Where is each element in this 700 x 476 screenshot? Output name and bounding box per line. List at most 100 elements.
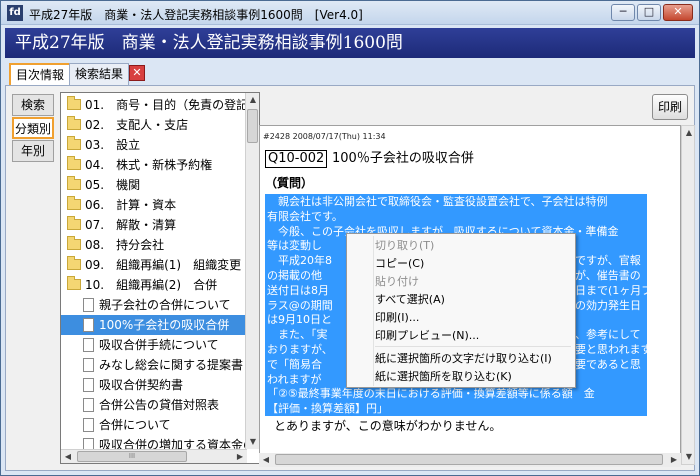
tree-item-label: 100%子会社の吸収合併: [99, 318, 230, 332]
tree-leaf-item[interactable]: 合併について: [61, 415, 247, 435]
title-bar[interactable]: fd 平成27年版 商業・法人登記実務相談事例1600問 [Ver4.0] ─ …: [1, 1, 699, 25]
tree-item-label: みなし総会に関する提案書: [99, 358, 244, 372]
tree-item-label: 04. 株式・新株予約権: [85, 158, 213, 172]
tree-leaf-item[interactable]: 合併公告の貸借対照表: [61, 395, 247, 415]
doc-scroll-right-arrow-icon[interactable]: ▶: [667, 453, 681, 467]
tree-folder-item[interactable]: 06. 計算・資本: [61, 195, 247, 215]
tree-item-label: 03. 設立: [85, 138, 141, 152]
context-menu: 切り取り(T) コピー(C) 貼り付けすべて選択(A) 印刷(I)... 印刷プレビュー…: [346, 233, 576, 388]
tree-horizontal-scrollbar[interactable]: ◀ III ▶: [61, 449, 247, 463]
tree-item-label: 05. 機関: [85, 178, 141, 192]
selected-text-left: 「②⑤最終事業年度の末日における評価・換算差額等に係る額 金: [267, 387, 595, 401]
selected-text-right: 要と思われます: [575, 343, 647, 356]
selected-text-left: 親会社は非公開会社で取締役会・監査役設置会社で、子会社は特例: [267, 195, 608, 208]
app-icon: fd: [7, 5, 23, 21]
context-menu-item: 貼り付け: [375, 275, 419, 288]
tree-folder-item[interactable]: 07. 解散・清算: [61, 215, 247, 235]
tree-folder-item[interactable]: 10. 組織再編(2) 合併: [61, 275, 247, 295]
tab-search-results[interactable]: 検索結果: [69, 63, 130, 85]
document-icon: [83, 358, 94, 372]
selected-text-right: 要であると思: [575, 357, 641, 371]
scroll-right-arrow-icon[interactable]: ▶: [233, 450, 247, 463]
tree-item-label: 01. 商号・目的（免責の登記を: [85, 98, 247, 112]
document-horizontal-scrollbar[interactable]: ◀ ▶: [259, 453, 681, 467]
tab-contents[interactable]: 目次情報: [9, 63, 72, 85]
context-menu-item[interactable]: 紙に選択箇所の文字だけ取り込む(I): [375, 350, 570, 368]
context-menu-item[interactable]: 印刷(I)...: [375, 309, 570, 327]
tree-item-label: 合併公告の貸借対照表: [99, 398, 220, 412]
doc-scroll-up-arrow-icon[interactable]: ▲: [682, 126, 696, 140]
post-metadata: #2428 2008/07/17(Thu) 11:34: [263, 132, 386, 141]
folder-icon: [67, 216, 81, 230]
side-tab-year[interactable]: 年別: [12, 140, 54, 162]
context-menu-item: 切り取り(T): [375, 239, 435, 252]
side-tab-category[interactable]: 分類別: [12, 117, 54, 139]
selected-text-left: ラス@の期間: [267, 298, 333, 312]
question-title: 100％子会社の吸収合併: [332, 151, 474, 166]
tree-item-label: 02. 支配人・支店: [85, 118, 189, 132]
folder-icon: [67, 256, 81, 270]
context-menu-item[interactable]: 印刷プレビュー(N)...: [375, 327, 570, 345]
selected-text-left: 送付日は8月: [267, 283, 329, 297]
tree-item-label: 吸収合併契約書: [99, 378, 184, 392]
scroll-down-arrow-icon[interactable]: ▼: [246, 435, 259, 449]
tree-hscroll-thumb[interactable]: III: [77, 451, 187, 462]
tree-folder-item[interactable]: 05. 機関: [61, 175, 247, 195]
tree-folder-item[interactable]: 04. 株式・新株予約権: [61, 155, 247, 175]
selected-text-left: 平成20年8: [267, 254, 332, 268]
tree-folder-item[interactable]: 03. 設立: [61, 135, 247, 155]
selected-text-left: おりますが、: [267, 343, 333, 356]
close-tab-icon[interactable]: ✕: [129, 65, 145, 81]
tree-scroll-thumb[interactable]: [247, 109, 258, 143]
document-tail-text: とありますが、この意味がわかりません。: [274, 419, 502, 433]
selected-text-left: また、「実: [267, 328, 328, 342]
selected-text-line: 有限会社です。: [265, 208, 647, 224]
tree-item-label: 合併について: [99, 418, 171, 432]
document-icon: [83, 418, 94, 432]
tree-item-label: 06. 計算・資本: [85, 198, 177, 212]
tree-folder-item[interactable]: 09. 組織再編(1) 組織変更: [61, 255, 247, 275]
document-icon: [83, 338, 94, 352]
tree-folder-item[interactable]: 08. 持分会社: [61, 235, 247, 255]
selected-text-line: 【評価・換算差額】円」: [265, 401, 647, 417]
selected-text-left: われますが: [267, 372, 322, 386]
selected-text-right: が、催告書の: [575, 269, 641, 282]
tree-vertical-scrollbar[interactable]: ▲ ▼: [245, 93, 259, 449]
tree-folder-item[interactable]: 01. 商号・目的（免責の登記を: [61, 95, 247, 115]
app-window: fd 平成27年版 商業・法人登記実務相談事例1600問 [Ver4.0] ─ …: [0, 0, 700, 476]
tree-item-label: 吸収合併手続について: [99, 338, 219, 352]
doc-scroll-left-arrow-icon[interactable]: ◀: [259, 453, 273, 467]
document-icon: [83, 318, 94, 332]
context-menu-item[interactable]: すべて選択(A): [375, 291, 570, 309]
scroll-up-arrow-icon[interactable]: ▲: [246, 93, 259, 107]
tree-leaf-item[interactable]: みなし総会に関する提案書: [61, 355, 247, 375]
selected-text-left: 等は変動し: [267, 239, 322, 253]
selected-text-right: 、参考にして: [575, 328, 641, 342]
folder-icon: [67, 236, 81, 250]
tree-folder-item[interactable]: 02. 支配人・支店: [61, 115, 247, 135]
document-vertical-scrollbar[interactable]: ▲ ▼: [681, 125, 695, 465]
tree-leaf-item[interactable]: 吸収合併契約書: [61, 375, 247, 395]
doc-hscroll-thumb[interactable]: [275, 454, 663, 465]
print-button[interactable]: 印刷: [652, 94, 688, 120]
selected-text-right: ですが、官報: [575, 254, 641, 268]
question-number: Q10-002: [265, 150, 328, 168]
tree-leaf-item[interactable]: 100%子会社の吸収合併: [61, 315, 247, 335]
context-menu-item[interactable]: コピー(C): [375, 255, 570, 273]
tree-item-label: 09. 組織再編(1) 組織変更: [85, 258, 242, 272]
app-banner: 平成27年版 商業・法人登記実務相談事例1600問: [5, 28, 695, 58]
selected-text-left: で「簡易合: [267, 357, 322, 371]
tree-item-label: 親子会社の合併について: [99, 298, 231, 312]
doc-scroll-down-arrow-icon[interactable]: ▼: [682, 450, 696, 464]
scroll-left-arrow-icon[interactable]: ◀: [61, 450, 75, 463]
maximize-button[interactable]: □: [637, 4, 661, 21]
selected-text-left: 有限会社です。: [267, 209, 343, 223]
tree-leaf-item[interactable]: 吸収合併手続について: [61, 335, 247, 355]
side-tab-search[interactable]: 検索: [12, 94, 54, 116]
document-icon: [83, 298, 94, 312]
folder-icon: [67, 276, 81, 290]
tree-leaf-item[interactable]: 親子会社の合併について: [61, 295, 247, 315]
close-button[interactable]: ✕: [663, 4, 693, 21]
context-menu-item[interactable]: 紙に選択箇所を取り込む(K): [375, 368, 570, 386]
minimize-button[interactable]: ─: [611, 4, 635, 21]
